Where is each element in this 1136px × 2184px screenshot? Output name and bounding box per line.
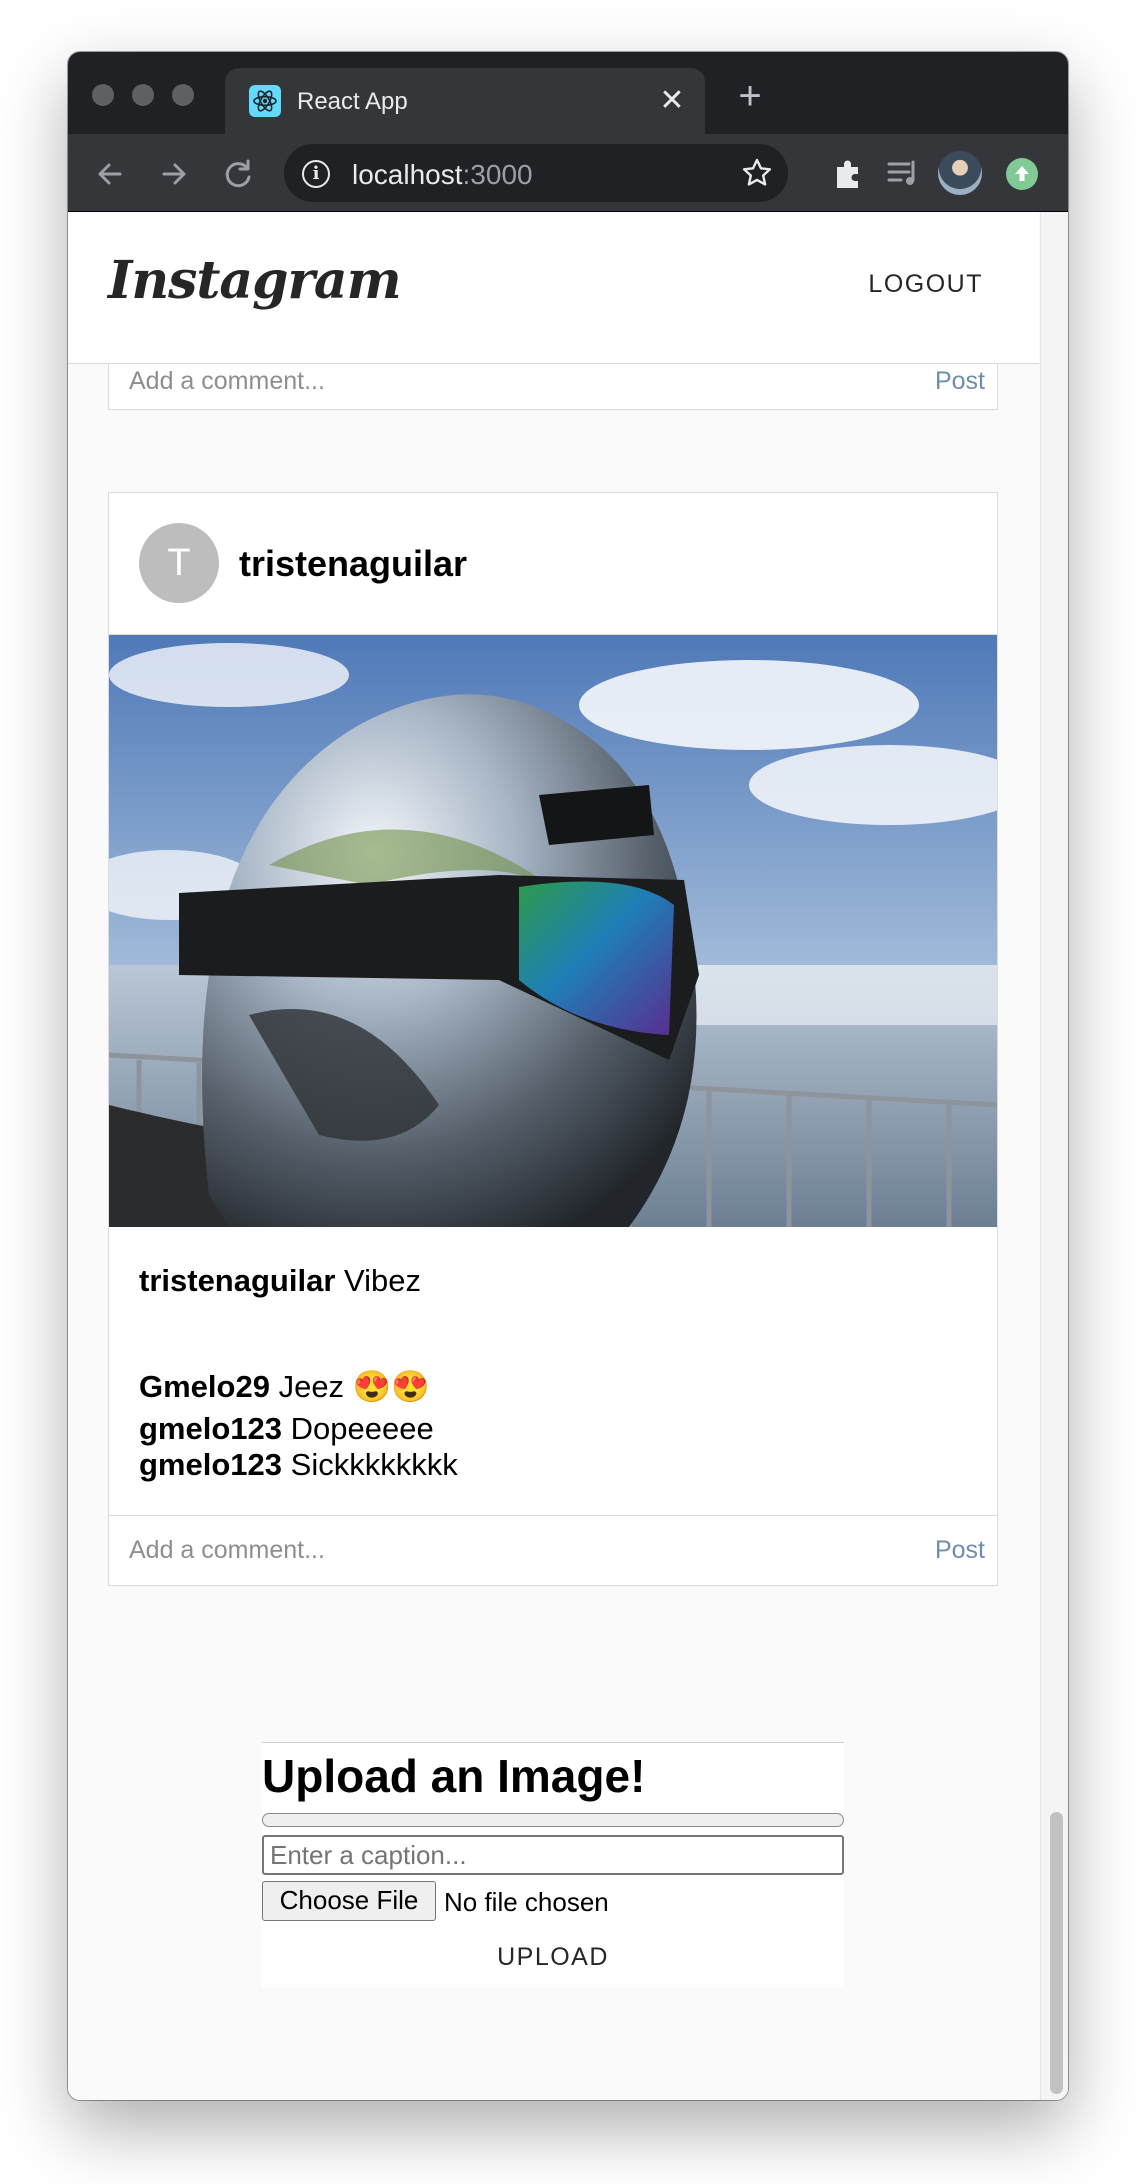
reload-icon[interactable] [216, 152, 260, 196]
comment-text: Jeez 😍😍 [278, 1369, 430, 1404]
url-text: localhost:3000 [352, 159, 533, 190]
logout-button[interactable]: LOGOUT [868, 270, 983, 299]
comment-input[interactable]: Add a comment... [129, 1536, 325, 1565]
caption-username[interactable]: tristenaguilar [139, 1263, 335, 1298]
post-header: T tristenaguilar [109, 493, 997, 635]
media-queue-icon[interactable] [882, 152, 924, 194]
caption-input[interactable]: Enter a caption... [262, 1835, 844, 1875]
list-item: gmelo123 Sickkkkkkkk [139, 1447, 458, 1483]
tab-title: React App [297, 88, 408, 115]
image-upload-panel: Upload an Image! Enter a caption... Choo… [262, 1742, 844, 1988]
upload-button[interactable]: UPLOAD [262, 1943, 844, 1972]
page-viewport: Add a comment... Post Instagram LOGOUT T… [68, 212, 1068, 2100]
upload-title: Upload an Image! [262, 1750, 646, 1802]
forward-arrow-icon[interactable] [152, 152, 196, 196]
scrollbar-thumb[interactable] [1050, 1812, 1063, 2094]
update-arrow-icon[interactable] [1006, 158, 1038, 190]
post-image [109, 635, 997, 1227]
comment-username[interactable]: gmelo123 [139, 1447, 282, 1482]
browser-tab[interactable]: React App ✕ [225, 68, 705, 134]
react-icon [249, 85, 281, 117]
post-comment-button[interactable]: Post [935, 367, 985, 396]
extensions-puzzle-icon[interactable] [828, 152, 870, 194]
bookmark-star-icon[interactable] [740, 156, 774, 190]
back-arrow-icon[interactable] [88, 152, 132, 196]
site-info-icon[interactable]: i [302, 160, 330, 188]
instagram-logo[interactable]: Instagram [108, 250, 402, 311]
app-header: Instagram LOGOUT [68, 212, 1039, 364]
address-bar[interactable]: i localhost:3000 [284, 144, 788, 202]
post-caption: tristenaguilar Vibez [139, 1263, 421, 1299]
browser-window: React App ✕ + i localhost:3000 Add a com… [68, 52, 1068, 2100]
avatar[interactable]: T [139, 523, 219, 603]
caption-text: Vibez [344, 1263, 422, 1298]
comment-text: Sickkkkkkkk [290, 1447, 458, 1482]
minimize-window-button[interactable] [132, 84, 154, 106]
comment-username[interactable]: Gmelo29 [139, 1369, 270, 1404]
comment-text: Dopeeeee [290, 1411, 434, 1446]
close-tab-icon[interactable]: ✕ [653, 82, 691, 120]
scrollbar[interactable] [1040, 212, 1068, 2100]
comment-list: Gmelo29 Jeez 😍😍 gmelo123 Dopeeeee gmelo1… [139, 1369, 458, 1483]
choose-file-button[interactable]: Choose File [262, 1881, 436, 1921]
browser-toolbar: i localhost:3000 [68, 134, 1068, 212]
list-item: gmelo123 Dopeeeee [139, 1411, 458, 1447]
new-tab-icon[interactable]: + [728, 74, 772, 118]
maximize-window-button[interactable] [172, 84, 194, 106]
post-card: T tristenaguilar tristenaguilar Vibez Gm… [108, 492, 998, 1586]
browser-titlebar: React App ✕ + [68, 52, 1068, 134]
post-comment-button[interactable]: Post [935, 1536, 985, 1565]
file-status-text: No file chosen [444, 1887, 609, 1917]
comment-username[interactable]: gmelo123 [139, 1411, 282, 1446]
list-item: Gmelo29 Jeez 😍😍 [139, 1369, 458, 1405]
comment-form: Add a comment... Post [109, 1515, 997, 1585]
post-username[interactable]: tristenaguilar [239, 543, 467, 585]
comment-input[interactable]: Add a comment... [129, 367, 325, 396]
upload-progress-bar [262, 1813, 844, 1827]
profile-avatar[interactable] [938, 151, 982, 195]
close-window-button[interactable] [92, 84, 114, 106]
